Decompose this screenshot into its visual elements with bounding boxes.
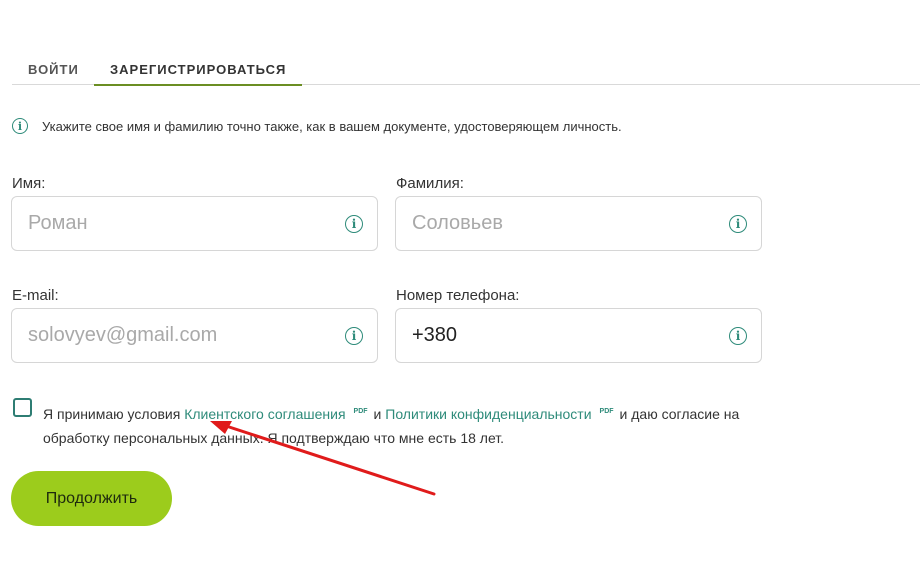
consent-prefix: Я принимаю условия bbox=[43, 406, 181, 422]
pdf-badge: PDF bbox=[353, 408, 368, 415]
info-icon[interactable]: i bbox=[729, 215, 747, 233]
pdf-badge: PDF bbox=[599, 408, 614, 415]
tab-login[interactable]: ВОЙТИ bbox=[28, 62, 79, 84]
name-hint: i Укажите свое имя и фамилию точно также… bbox=[12, 118, 622, 134]
auth-tabs: ВОЙТИ ЗАРЕГИСТРИРОВАТЬСЯ bbox=[12, 60, 920, 86]
name-hint-text: Укажите свое имя и фамилию точно также, … bbox=[42, 118, 622, 134]
email-label: E-mail: bbox=[12, 287, 59, 304]
consent-checkbox[interactable] bbox=[13, 398, 32, 417]
info-icon[interactable]: i bbox=[345, 327, 363, 345]
last-name-field: i bbox=[395, 196, 762, 251]
first-name-input[interactable] bbox=[28, 197, 328, 250]
consent-text: Я принимаю условия Клиентского соглашени… bbox=[43, 400, 773, 450]
continue-button[interactable]: Продолжить bbox=[11, 471, 172, 526]
info-icon[interactable]: i bbox=[729, 327, 747, 345]
info-icon[interactable]: i bbox=[345, 215, 363, 233]
last-name-input[interactable] bbox=[412, 197, 712, 250]
first-name-field: i bbox=[11, 196, 378, 251]
consent-and: и bbox=[373, 406, 382, 422]
email-field: i bbox=[11, 308, 378, 363]
info-icon: i bbox=[12, 118, 28, 134]
email-input[interactable] bbox=[28, 309, 328, 362]
phone-input[interactable] bbox=[412, 309, 712, 362]
last-name-label: Фамилия: bbox=[396, 175, 464, 192]
tab-register[interactable]: ЗАРЕГИСТРИРОВАТЬСЯ bbox=[94, 62, 303, 86]
privacy-policy-link[interactable]: Политики конфиденциальности bbox=[385, 406, 591, 422]
first-name-label: Имя: bbox=[12, 175, 46, 192]
phone-label: Номер телефона: bbox=[396, 287, 520, 304]
client-agreement-link[interactable]: Клиентского соглашения bbox=[184, 406, 345, 422]
phone-field: i bbox=[395, 308, 762, 363]
